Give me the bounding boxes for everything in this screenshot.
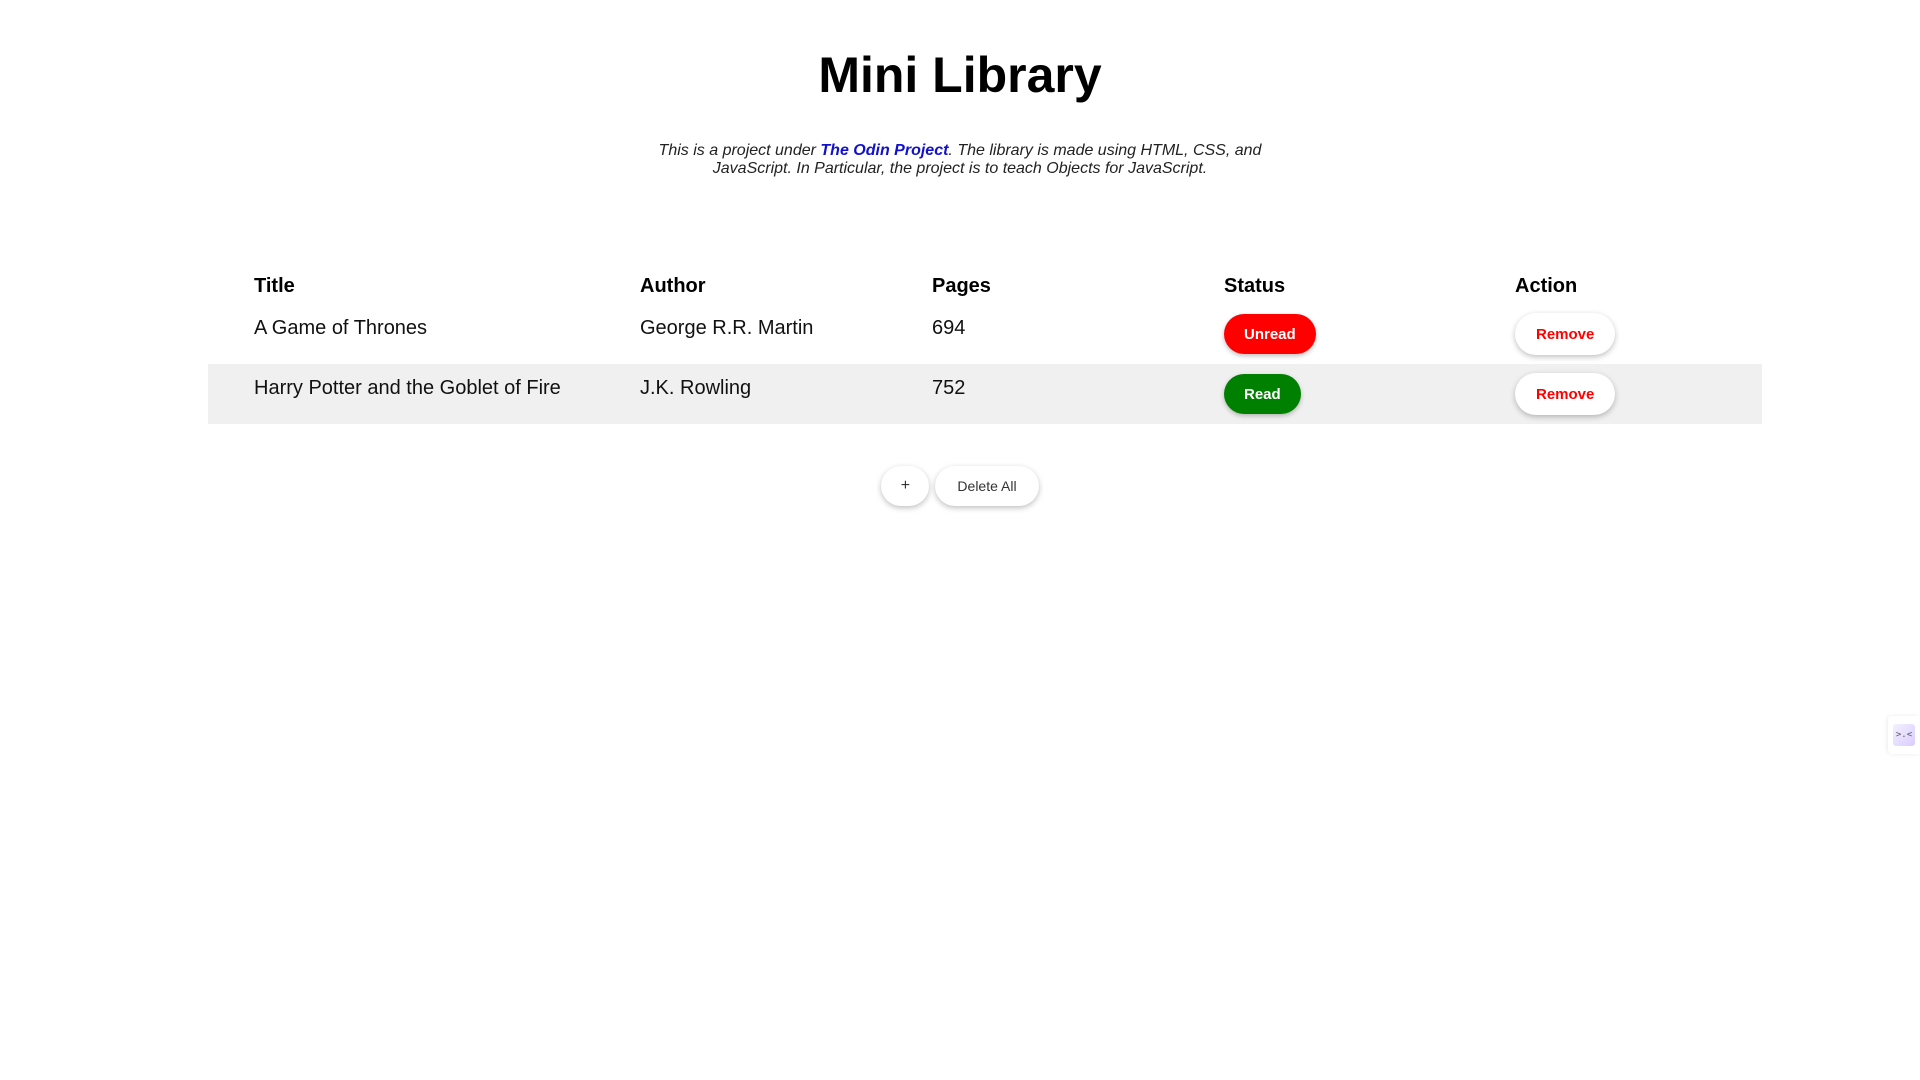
book-author: J.K. Rowling bbox=[640, 376, 752, 399]
delete-all-button[interactable]: Delete All bbox=[935, 466, 1039, 506]
book-pages-cell: 694 bbox=[932, 304, 1224, 364]
table-row: Harry Potter and the Goblet of Fire J.K.… bbox=[208, 364, 1762, 424]
intro-text-before: This is a project under bbox=[658, 142, 821, 159]
page: Mini Library This is a project under The… bbox=[0, 0, 1920, 1080]
column-header-status: Status bbox=[1224, 274, 1286, 297]
column-header-author: Author bbox=[640, 274, 706, 297]
add-book-button[interactable]: + bbox=[881, 466, 930, 506]
column-header-action: Action bbox=[1515, 274, 1578, 297]
book-status-cell: Unread bbox=[1224, 304, 1515, 364]
book-status-cell: Read bbox=[1224, 364, 1515, 424]
book-author-cell: George R.R. Martin bbox=[640, 304, 932, 364]
book-pages: 694 bbox=[932, 316, 966, 339]
assistant-widget[interactable]: >.< bbox=[1888, 716, 1920, 754]
header: Mini Library bbox=[0, 42, 1920, 108]
book-action-cell: Remove bbox=[1515, 304, 1762, 364]
book-title: Harry Potter and the Goblet of Fire bbox=[254, 376, 561, 399]
column-header-pages: Pages bbox=[932, 274, 991, 297]
remove-book-button[interactable]: Remove bbox=[1515, 373, 1616, 415]
library-table: Title Author Pages Status Action A Game … bbox=[208, 268, 1762, 424]
book-pages: 752 bbox=[932, 376, 966, 399]
remove-book-button[interactable]: Remove bbox=[1515, 313, 1616, 355]
book-author-cell: J.K. Rowling bbox=[640, 364, 932, 424]
status-toggle-button[interactable]: Read bbox=[1224, 374, 1301, 414]
project-description: This is a project under The Odin Project… bbox=[650, 142, 1270, 178]
book-pages-cell: 752 bbox=[932, 364, 1224, 424]
table-header-row: Title Author Pages Status Action bbox=[208, 268, 1762, 304]
book-author: George R.R. Martin bbox=[640, 316, 814, 339]
odin-project-link[interactable]: The Odin Project bbox=[820, 142, 948, 159]
library-controls: + Delete All bbox=[0, 466, 1920, 506]
book-action-cell: Remove bbox=[1515, 364, 1762, 424]
book-title: A Game of Thrones bbox=[254, 316, 428, 339]
book-title-cell: Harry Potter and the Goblet of Fire bbox=[208, 364, 640, 424]
book-title-cell: A Game of Thrones bbox=[208, 304, 640, 364]
column-header-title: Title bbox=[254, 274, 295, 297]
status-toggle-button[interactable]: Unread bbox=[1224, 314, 1316, 354]
table-row: A Game of Thrones George R.R. Martin 694… bbox=[208, 304, 1762, 364]
page-title: Mini Library bbox=[818, 47, 1102, 103]
assistant-widget-icon: >.< bbox=[1893, 724, 1915, 746]
